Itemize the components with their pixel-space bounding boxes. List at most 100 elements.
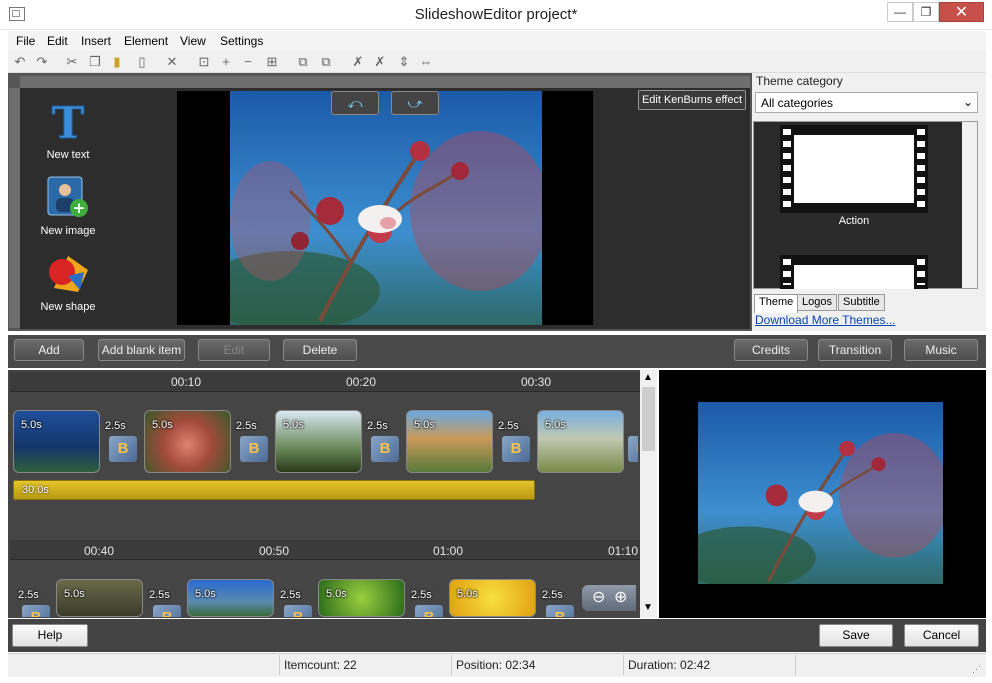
zoom-in-icon[interactable]: ⊕ <box>614 587 627 607</box>
send-back-icon[interactable]: ⧉ <box>318 54 334 70</box>
delete-button[interactable]: Delete <box>283 339 357 361</box>
flower-photo <box>230 91 542 325</box>
zoom-out-icon[interactable]: ⊖ <box>592 587 605 607</box>
transition-button[interactable]: Transition <box>818 339 892 361</box>
output-preview-image <box>698 402 943 584</box>
flip-horizontal-icon[interactable]: ⇔ <box>418 54 434 70</box>
edit-kenburns-button[interactable]: Edit KenBurns effect <box>638 90 746 110</box>
theme-thumbnail[interactable] <box>780 255 928 289</box>
paste-icon[interactable]: ▮ <box>109 54 125 70</box>
theme-category-label: Theme category <box>756 74 843 88</box>
close-button[interactable]: ✕ <box>939 2 984 22</box>
align-right-icon[interactable]: ✗ <box>372 54 388 70</box>
timeline-zoom-control[interactable]: ⊖ ⊕ <box>582 585 636 611</box>
menu-edit[interactable]: Edit <box>47 34 68 48</box>
theme-category-select[interactable]: All categories ⌄ <box>755 92 978 113</box>
time-marker: 00:20 <box>346 375 377 389</box>
timeline-scrollbar-thumb[interactable] <box>642 387 655 451</box>
menu-element[interactable]: Element <box>124 34 168 48</box>
tab-theme[interactable]: Theme <box>754 294 799 313</box>
theme-category-value: All categories <box>761 96 834 110</box>
toolbar: ↶ ↷ ✂ ❐ ▮ ▯ ✕ ⊡ + − ⊞ ⧉ ⧉ ✗ ✗ ⇕ ⇔ <box>8 51 986 73</box>
menu-view[interactable]: View <box>180 34 206 48</box>
image-icon: + <box>47 176 88 217</box>
timeline-slide[interactable]: 5.0s <box>537 410 624 473</box>
svg-text:+: + <box>73 199 86 217</box>
new-image-tool[interactable]: + New image <box>28 174 108 237</box>
theme-scrollbar[interactable] <box>962 122 977 288</box>
timeline-transition[interactable]: 2.5sB <box>16 581 56 617</box>
timeline-slide[interactable]: 5.0s <box>318 579 405 617</box>
zoom-in-icon[interactable]: + <box>218 54 234 70</box>
cancel-button[interactable]: Cancel <box>904 624 979 647</box>
menu-settings[interactable]: Settings <box>220 34 263 48</box>
minimize-button[interactable]: — <box>887 2 913 22</box>
scroll-up-icon[interactable]: ▲ <box>643 372 653 383</box>
time-marker: 00:50 <box>259 544 290 558</box>
new-text-label: New text <box>46 149 90 161</box>
new-text-tool[interactable]: T New text <box>28 98 108 162</box>
timeline-transition[interactable]: 2.5sB <box>540 581 580 617</box>
timeline-slide[interactable]: 5.0s <box>275 410 362 473</box>
timeline-slide[interactable]: 5.0s <box>449 579 536 617</box>
zoom-out-icon[interactable]: − <box>240 54 256 70</box>
timeline-slide[interactable]: 5.0s <box>144 410 231 473</box>
menu-insert[interactable]: Insert <box>81 34 111 48</box>
copy-icon[interactable]: ❐ <box>87 54 103 70</box>
timeline-transition[interactable]: 2.5sB <box>365 412 405 472</box>
save-button[interactable]: Save <box>819 624 893 647</box>
flower-photo <box>698 402 943 584</box>
status-divider <box>623 655 624 675</box>
align-left-icon[interactable]: ✗ <box>350 54 366 70</box>
timeline-slide[interactable]: 5.0s <box>13 410 100 473</box>
scroll-down-icon[interactable]: ▼ <box>643 602 653 613</box>
edit-button[interactable]: Edit <box>198 339 270 361</box>
zoom-reset-icon[interactable]: ⊞ <box>264 54 280 70</box>
new-shape-tool[interactable]: New shape <box>28 252 108 313</box>
timeline-slide[interactable]: 5.0s <box>56 579 143 617</box>
time-marker: 00:30 <box>521 375 552 389</box>
timeline-transition[interactable]: 2.5sB <box>147 581 187 617</box>
status-position: Position: 02:34 <box>456 658 536 672</box>
time-marker: 00:10 <box>171 375 202 389</box>
add-blank-item-button[interactable]: Add blank item <box>98 339 185 361</box>
time-marker: 00:40 <box>84 544 115 558</box>
slide-image[interactable] <box>230 91 542 325</box>
horizontal-ruler <box>20 76 750 88</box>
timeline-transition[interactable]: 2.5sB <box>496 412 536 472</box>
timeline-transition[interactable]: B <box>626 412 638 472</box>
maximize-button[interactable]: ❐ <box>913 2 939 22</box>
chevron-down-icon: ⌄ <box>962 95 973 109</box>
theme-name: Action <box>838 215 870 227</box>
theme-thumbnail-action[interactable] <box>780 125 928 213</box>
bring-front-icon[interactable]: ⧉ <box>295 54 311 70</box>
timeline-transition[interactable]: 2.5sB <box>234 412 274 472</box>
add-button[interactable]: Add <box>14 339 84 361</box>
flip-vertical-icon[interactable]: ⇕ <box>396 54 412 70</box>
transition-icon: B <box>240 436 268 462</box>
credits-button[interactable]: Credits <box>734 339 808 361</box>
timeline-transition[interactable]: 2.5sB <box>278 581 318 617</box>
tab-logos[interactable]: Logos <box>797 294 837 311</box>
timeline-transition[interactable]: 2.5sB <box>103 412 143 472</box>
kenburns-end-button[interactable]: ⤻ <box>391 91 439 115</box>
resize-grip-icon[interactable]: ⋰ <box>972 664 981 675</box>
time-marker: 01:10 <box>608 544 639 558</box>
delete-icon[interactable]: ✕ <box>164 54 180 70</box>
menu-file[interactable]: File <box>16 34 35 48</box>
undo-icon[interactable]: ↶ <box>12 54 28 70</box>
help-button[interactable]: Help <box>12 624 88 647</box>
zoom-fit-icon[interactable]: ⊡ <box>196 54 212 70</box>
timeline-transition[interactable]: 2.5sB <box>409 581 449 617</box>
kenburns-start-button[interactable]: ⤺ <box>331 91 379 115</box>
svg-text:T: T <box>52 100 85 144</box>
download-themes-link[interactable]: Download More Themes... <box>755 313 896 327</box>
cut-icon[interactable]: ✂ <box>64 54 80 70</box>
tab-subtitle[interactable]: Subtitle <box>838 294 885 311</box>
music-track[interactable] <box>13 480 535 500</box>
redo-icon[interactable]: ↷ <box>34 54 50 70</box>
timeline-slide[interactable]: 5.0s <box>187 579 274 617</box>
timeline-slide[interactable]: 5.0s <box>406 410 493 473</box>
music-button[interactable]: Music <box>904 339 978 361</box>
duplicate-icon[interactable]: ▯ <box>134 54 150 70</box>
